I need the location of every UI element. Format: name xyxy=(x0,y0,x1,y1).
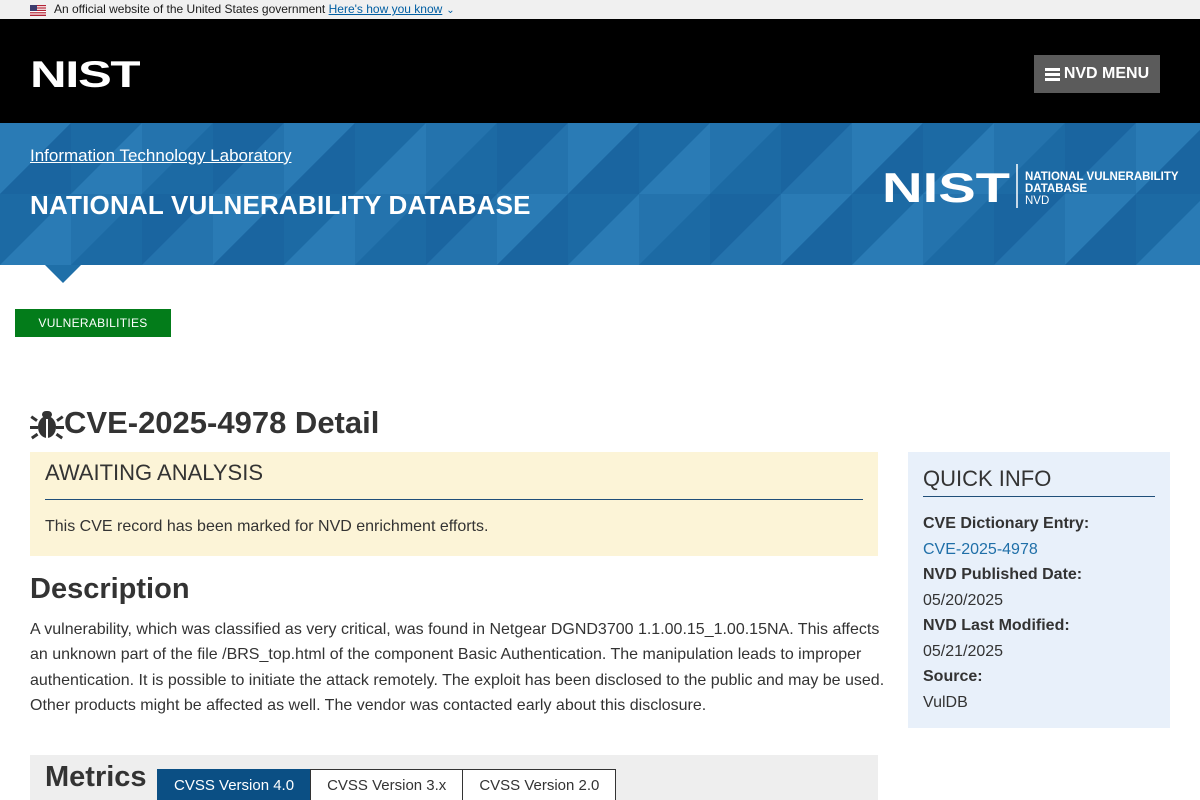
banner-notch xyxy=(45,265,81,283)
us-flag-icon xyxy=(30,5,46,16)
site-header: NIST NVD MENU xyxy=(0,19,1200,123)
gov-banner-text: An official website of the United States… xyxy=(54,0,455,20)
awaiting-analysis-text: This CVE record has been marked for NVD … xyxy=(45,518,489,535)
nist-logo[interactable]: NIST xyxy=(30,58,140,90)
published-date-label: NVD Published Date: xyxy=(923,566,1083,583)
awaiting-analysis-panel: AWAITING ANALYSIS This CVE record has be… xyxy=(30,452,878,556)
nvd-logo[interactable]: NIST NATIONAL VULNERABILITY DATABASE NVD xyxy=(882,161,1179,211)
description-heading: Description xyxy=(30,573,190,605)
hamburger-icon xyxy=(1044,67,1060,81)
nvd-logo-wordmark: NIST xyxy=(882,164,1018,211)
metrics-panel: Metrics CVSS Version 4.0 CVSS Version 3.… xyxy=(30,755,878,800)
quick-info-panel: QUICK INFO CVE Dictionary Entry: CVE-202… xyxy=(908,452,1170,728)
heres-how-you-know-label: Here's how you know xyxy=(328,2,443,16)
nvd-menu-label: NVD MENU xyxy=(1063,65,1150,82)
source-value: VulDB xyxy=(923,693,968,711)
nvd-logo-text: NATIONAL VULNERABILITY DATABASE NVD xyxy=(1025,171,1179,207)
heres-how-you-know-link[interactable]: Here's how you know ⌄ xyxy=(329,2,455,16)
chevron-down-icon: ⌄ xyxy=(446,5,455,16)
nvd-logo-line3: NVD xyxy=(1025,195,1050,207)
bug-icon xyxy=(30,411,64,440)
quick-info-title: QUICK INFO xyxy=(923,466,1052,491)
metrics-heading: Metrics xyxy=(45,761,147,793)
cvss-tabs: CVSS Version 4.0 CVSS Version 3.x CVSS V… xyxy=(157,769,617,800)
description-text: A vulnerability, which was classified as… xyxy=(30,621,885,714)
page-title-text: CVE-2025-4978 Detail xyxy=(64,405,380,440)
published-date-value: 05/20/2025 xyxy=(923,591,1004,609)
svg-text:NIST: NIST xyxy=(882,164,1010,211)
source-label: Source: xyxy=(923,668,983,685)
last-modified-value: 05/21/2025 xyxy=(923,642,1004,660)
gov-banner-label: An official website of the United States… xyxy=(54,2,326,16)
nvd-banner-title[interactable]: NATIONAL VULNERABILITY DATABASE xyxy=(30,190,531,221)
cve-dictionary-entry-label: CVE Dictionary Entry: xyxy=(923,515,1090,532)
last-modified-label: NVD Last Modified: xyxy=(923,617,1070,634)
svg-text:NIST: NIST xyxy=(30,58,140,90)
tab-cvss-3[interactable]: CVSS Version 3.x xyxy=(310,769,464,800)
quick-info-list: CVE Dictionary Entry: CVE-2025-4978 NVD … xyxy=(923,511,1163,715)
gov-banner: An official website of the United States… xyxy=(0,0,1200,19)
divider xyxy=(45,499,863,500)
divider xyxy=(923,496,1155,497)
cve-dictionary-entry-link[interactable]: CVE-2025-4978 xyxy=(923,537,1163,563)
itl-link[interactable]: Information Technology Laboratory xyxy=(30,146,291,166)
awaiting-analysis-title: AWAITING ANALYSIS xyxy=(45,460,264,485)
vulnerabilities-tag[interactable]: VULNERABILITIES xyxy=(15,309,171,337)
nvd-menu-button[interactable]: NVD MENU xyxy=(1034,55,1160,93)
tab-cvss-2[interactable]: CVSS Version 2.0 xyxy=(462,769,617,800)
nvd-logo-line1: NATIONAL VULNERABILITY xyxy=(1025,171,1179,183)
nvd-logo-line2: DATABASE xyxy=(1025,183,1088,195)
nvd-banner: Information Technology Laboratory NATION… xyxy=(0,123,1200,265)
page-title: CVE-2025-4978 Detail xyxy=(30,403,379,443)
tab-cvss-4[interactable]: CVSS Version 4.0 xyxy=(157,769,312,800)
